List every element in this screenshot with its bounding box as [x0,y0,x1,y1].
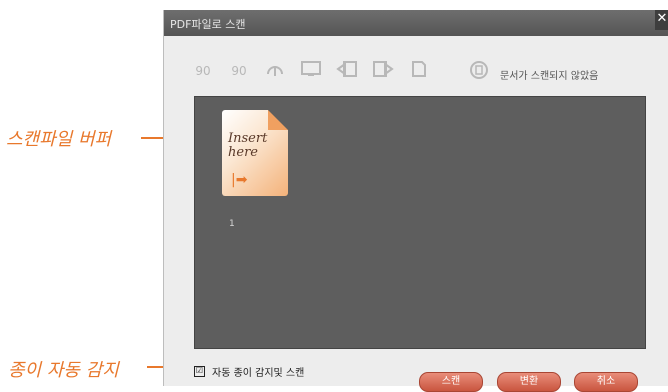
title-bar: PDF파일로 스캔 ✕ [164,10,668,36]
rotate-180-icon [267,66,283,76]
scan-status-text: 문서가 스캔되지 않았음 [500,71,599,82]
convert-button[interactable]: 변환 [497,372,561,392]
fit-page-button[interactable] [298,60,324,82]
auto-detect-option[interactable]: ☑ 자동 종이 감지및 스캔 [194,364,304,379]
document-status-icon [470,61,488,79]
auto-detect-label: 자동 종이 감지및 스캔 [212,368,305,379]
auto-detect-checkbox[interactable]: ☑ [194,366,205,377]
blank-page-button[interactable] [406,60,432,82]
scan-button[interactable]: 스캔 [419,372,483,392]
scan-to-pdf-dialog: PDF파일로 스캔 ✕ 90 90 문서가 스캔되지 않았음 Insert he… [163,10,668,392]
insert-text-line1: Insert [228,131,268,146]
move-left-button[interactable] [334,60,360,82]
page-frame-icon [301,61,321,76]
rotate-right-90-icon: 90 [231,64,247,78]
page-left-arrow-icon [336,61,357,77]
rotate-right-90-button[interactable]: 90 [226,60,252,82]
move-right-button[interactable] [370,60,396,82]
insert-arrow-icon: |➡ [231,172,248,188]
close-button[interactable]: ✕ [655,10,668,30]
insert-here-text: Insert here [228,132,267,160]
annotation-auto-detect: 종이 자동 감지 [8,360,119,381]
document-page-number: 1 [229,219,235,229]
scan-file-buffer[interactable]: Insert here |➡ 1 [194,96,646,349]
page-fold-corner [268,110,288,130]
window-title: PDF파일로 스캔 [170,18,246,31]
blank-page-icon [412,61,426,77]
page-right-arrow-icon [373,61,394,77]
document-status-icon-container [466,60,492,82]
cancel-button[interactable]: 취소 [574,372,638,392]
rotate-left-90-button[interactable]: 90 [190,60,216,82]
close-icon: ✕ [656,11,668,26]
rotate-180-button[interactable] [262,60,288,82]
annotation-scan-buffer: 스캔파일 버퍼 [6,129,112,150]
document-thumbnail[interactable]: Insert here |➡ [222,110,288,196]
rotate-left-90-icon: 90 [195,64,211,78]
toolbar: 90 90 문서가 스캔되지 않았음 [164,56,668,86]
insert-text-line2: here [228,145,258,160]
